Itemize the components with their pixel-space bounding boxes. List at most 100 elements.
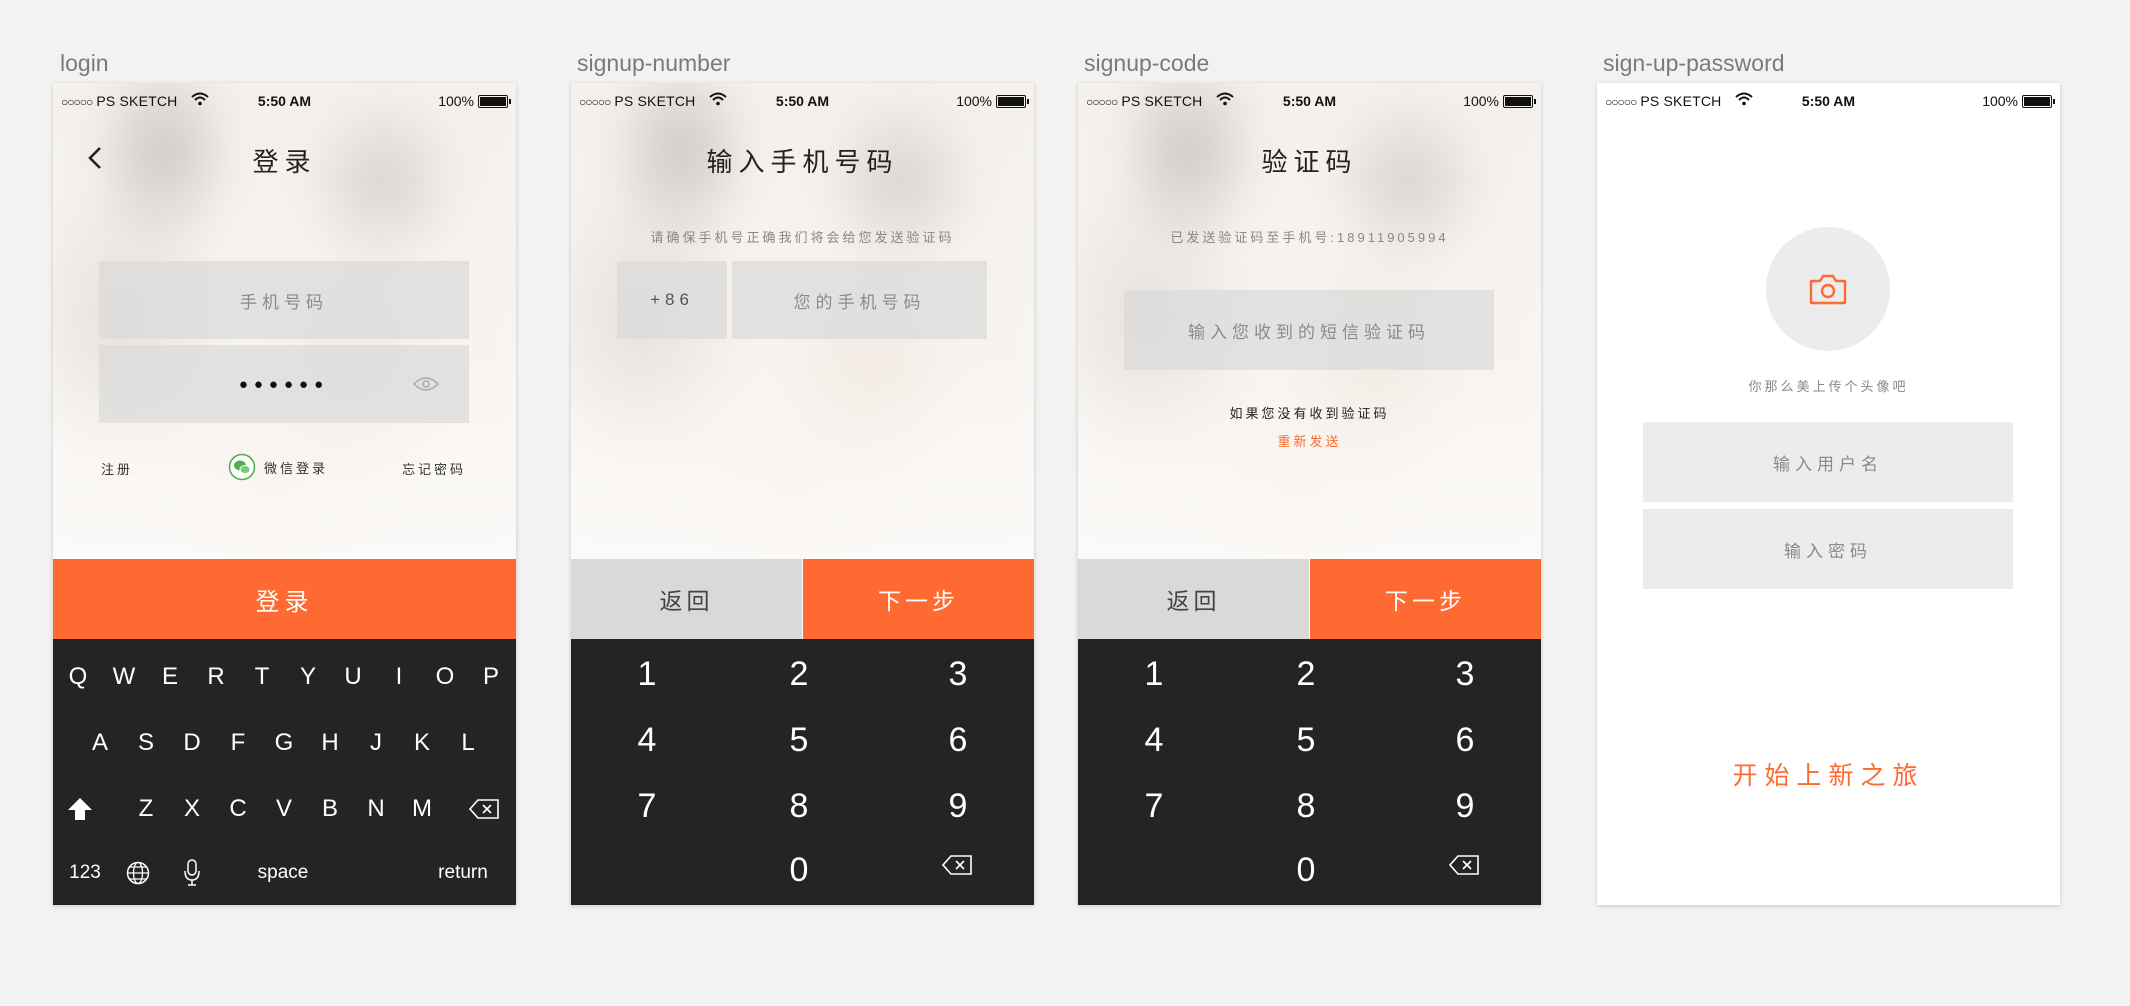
key-b[interactable]: B	[315, 795, 345, 823]
key-4[interactable]: 4	[1114, 721, 1194, 760]
key-2[interactable]: 2	[1266, 655, 1346, 694]
key-x[interactable]: X	[177, 795, 207, 823]
username-placeholder: 输入用户名	[1773, 454, 1883, 474]
globe-icon[interactable]	[126, 861, 150, 885]
artboard-label-sign-up-password: sign-up-password	[1603, 50, 1785, 76]
key-i[interactable]: I	[384, 663, 414, 691]
artboard-label-signup-number: signup-number	[577, 50, 731, 76]
key-k[interactable]: K	[407, 729, 437, 757]
key-r[interactable]: R	[201, 663, 231, 691]
country-code-select[interactable]: +86	[617, 261, 727, 339]
key-u[interactable]: U	[338, 663, 368, 691]
country-code: +86	[650, 290, 694, 309]
phone-input[interactable]: 手机号码	[99, 261, 469, 339]
key-3[interactable]: 3	[918, 655, 998, 694]
password-input[interactable]: ●●●●●●	[99, 345, 469, 423]
key-n[interactable]: N	[361, 795, 391, 823]
eye-icon[interactable]	[413, 376, 439, 392]
key-h[interactable]: H	[315, 729, 345, 757]
key-c[interactable]: C	[223, 795, 253, 823]
key-8[interactable]: 8	[1266, 787, 1346, 826]
artboard-label-login: login	[60, 50, 109, 76]
status-bar: ○○○○○ PS SKETCH 5:50 AM 100%	[571, 83, 1034, 119]
avatar-hint: 你那么美上传个头像吧	[1748, 379, 1909, 394]
key-9[interactable]: 9	[918, 787, 998, 826]
forgot-password-link[interactable]: 忘记密码	[402, 459, 466, 478]
phone-input[interactable]: 您的手机号码	[732, 261, 987, 339]
key-6[interactable]: 6	[918, 721, 998, 760]
key-1[interactable]: 1	[1114, 655, 1194, 694]
key-f[interactable]: F	[223, 729, 253, 757]
avatar-upload-button[interactable]	[1766, 227, 1890, 351]
status-bar: ○○○○○ PS SKETCH 5:50 AM 100%	[1078, 83, 1541, 119]
key-z[interactable]: Z	[131, 795, 161, 823]
battery-percent: 100%	[438, 93, 474, 109]
key-l[interactable]: L	[453, 729, 483, 757]
wechat-login-link[interactable]: 微信登录	[228, 453, 328, 481]
status-bar: ○○○○○ PS SKETCH 5:50 AM 100%	[1597, 83, 2060, 119]
next-button-label: 下一步	[1385, 588, 1466, 614]
key-j[interactable]: J	[361, 729, 391, 757]
login-button-label: 登录	[255, 588, 314, 616]
register-link[interactable]: 注册	[101, 459, 133, 478]
numbers-key[interactable]: 123	[63, 862, 107, 884]
key-7[interactable]: 7	[607, 787, 687, 826]
login-button[interactable]: 登录	[53, 559, 516, 639]
page-title: 登录	[252, 147, 317, 177]
username-input[interactable]: 输入用户名	[1643, 422, 2013, 502]
resend-link[interactable]: 重新发送	[1078, 431, 1541, 450]
key-3[interactable]: 3	[1425, 655, 1505, 694]
key-0[interactable]: 0	[1266, 851, 1346, 890]
status-bar: ○○○○○ PS SKETCH 5:50 AM 100%	[53, 83, 516, 119]
next-button[interactable]: 下一步	[803, 559, 1034, 639]
signup-code-screen: ○○○○○ PS SKETCH 5:50 AM 100% 验证码 已发送验证码至…	[1078, 83, 1541, 905]
key-g[interactable]: G	[269, 729, 299, 757]
key-d[interactable]: D	[177, 729, 207, 757]
password-mask: ●●●●●●	[238, 375, 330, 393]
microphone-icon[interactable]	[183, 859, 201, 887]
key-q[interactable]: Q	[63, 663, 93, 691]
key-t[interactable]: T	[247, 663, 277, 691]
qwerty-keyboard: Q W E R T Y U I O P A S D F G H J K L Z …	[53, 639, 516, 905]
wechat-icon	[228, 453, 256, 481]
key-v[interactable]: V	[269, 795, 299, 823]
backspace-icon[interactable]	[1449, 855, 1479, 875]
signup-number-screen: ○○○○○ PS SKETCH 5:50 AM 100% 输入手机号码 请确保手…	[571, 83, 1034, 905]
key-m[interactable]: M	[407, 795, 437, 823]
key-1[interactable]: 1	[607, 655, 687, 694]
battery-icon	[996, 94, 1029, 108]
key-e[interactable]: E	[155, 663, 185, 691]
key-a[interactable]: A	[85, 729, 115, 757]
space-key[interactable]: space	[233, 862, 333, 884]
battery-percent: 100%	[956, 93, 992, 109]
return-key[interactable]: return	[423, 862, 503, 884]
key-o[interactable]: O	[430, 663, 460, 691]
login-screen: ○○○○○ PS SKETCH 5:50 AM 100% 登录 手机号码 ●●●…	[53, 83, 516, 905]
key-p[interactable]: P	[476, 663, 506, 691]
key-2[interactable]: 2	[759, 655, 839, 694]
code-sent-hint: 已发送验证码至手机号:18911905994	[1170, 230, 1449, 245]
backspace-icon[interactable]	[469, 799, 499, 819]
key-5[interactable]: 5	[759, 721, 839, 760]
key-w[interactable]: W	[109, 663, 139, 691]
key-9[interactable]: 9	[1425, 787, 1505, 826]
key-5[interactable]: 5	[1266, 721, 1346, 760]
key-4[interactable]: 4	[607, 721, 687, 760]
next-button[interactable]: 下一步	[1310, 559, 1541, 639]
back-button[interactable]: 返回	[1078, 559, 1309, 639]
shift-icon[interactable]	[67, 797, 93, 821]
key-8[interactable]: 8	[759, 787, 839, 826]
phone-placeholder: 您的手机号码	[793, 292, 926, 312]
camera-icon	[1809, 274, 1847, 305]
code-input[interactable]: 输入您收到的短信验证码	[1124, 290, 1494, 370]
key-6[interactable]: 6	[1425, 721, 1505, 760]
key-0[interactable]: 0	[759, 851, 839, 890]
password-input[interactable]: 输入密码	[1643, 509, 2013, 589]
back-chevron-icon[interactable]	[83, 145, 109, 171]
back-button[interactable]: 返回	[571, 559, 802, 639]
key-y[interactable]: Y	[293, 663, 323, 691]
backspace-icon[interactable]	[942, 855, 972, 875]
key-s[interactable]: S	[131, 729, 161, 757]
key-7[interactable]: 7	[1114, 787, 1194, 826]
start-journey-button[interactable]: 开始上新之旅	[1597, 756, 2060, 792]
